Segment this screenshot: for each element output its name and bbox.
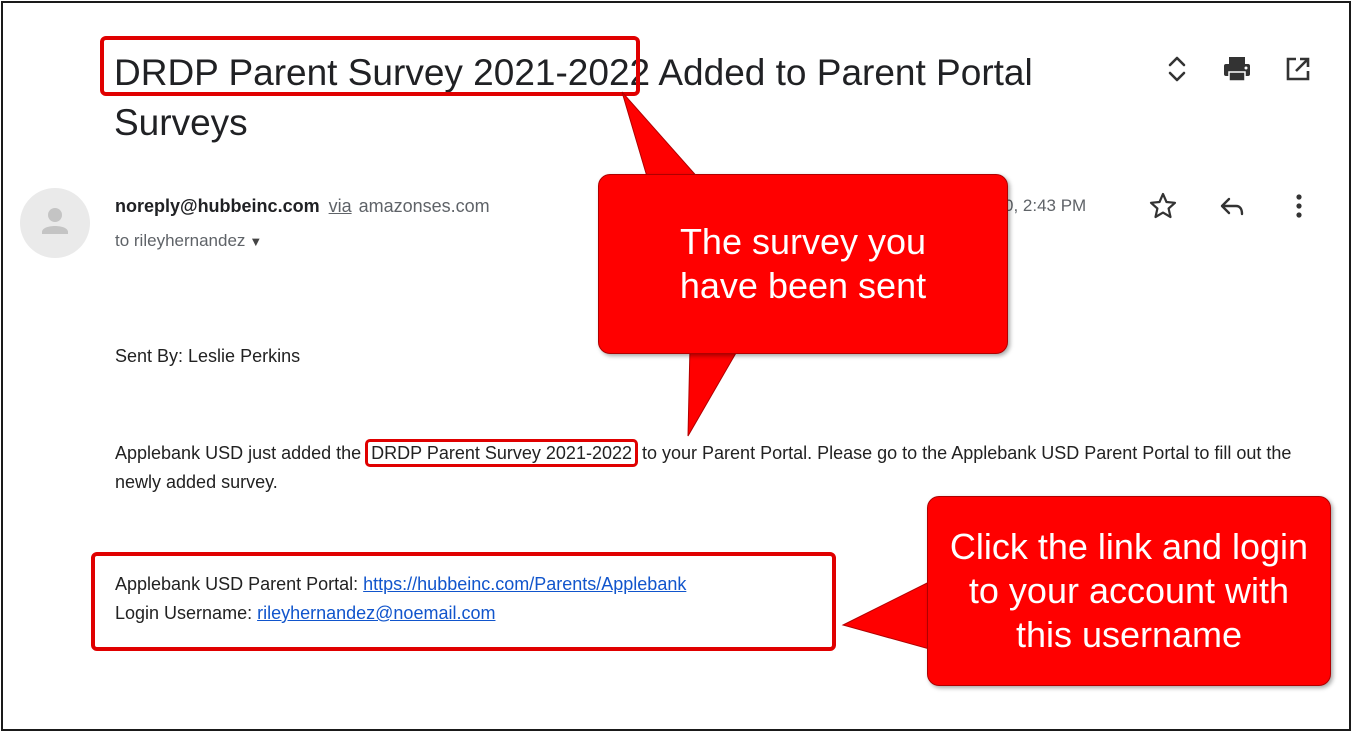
callout-tail-survey xyxy=(687,345,741,437)
callout-survey-sent: The survey you have been sent xyxy=(598,174,1008,354)
callout-click-link: Click the link and login to your account… xyxy=(927,496,1331,686)
callout-tail-subject xyxy=(621,91,702,181)
callout-link-text: Click the link and login to your account… xyxy=(949,526,1309,655)
callout-survey-text: The survey you have been sent xyxy=(679,221,927,306)
callout-tail-link xyxy=(841,579,934,651)
